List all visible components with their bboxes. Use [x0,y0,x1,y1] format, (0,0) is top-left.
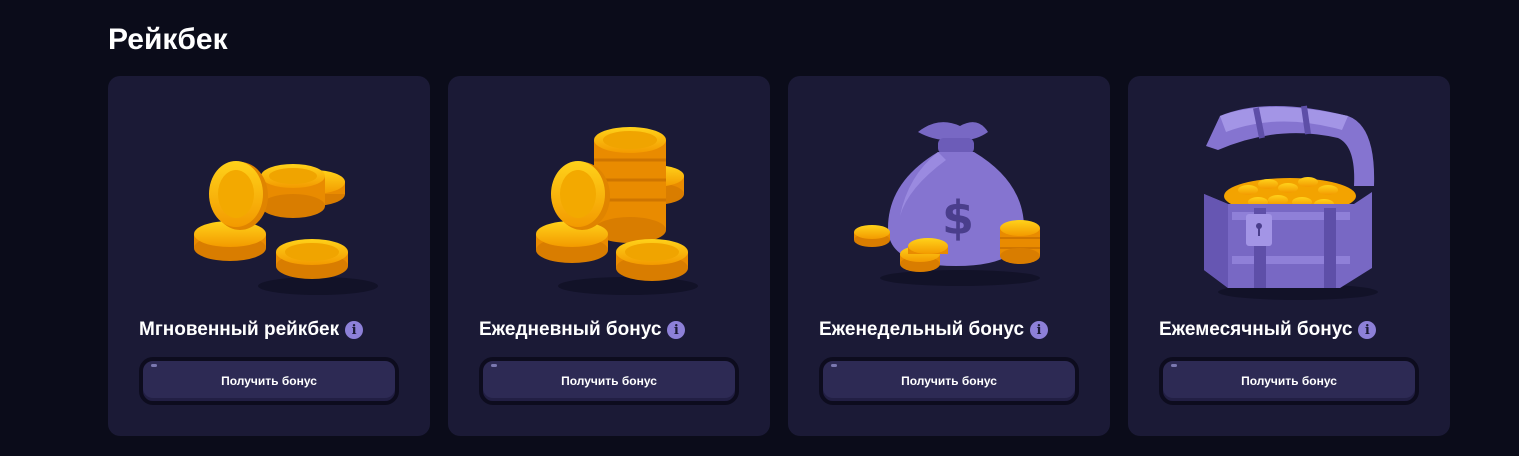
card-title: Еженедельный бонус [819,319,1025,340]
money-bag-icon: $ [788,76,1110,306]
card-title-row: Мгновенный рейкбек i [139,318,364,342]
get-bonus-button[interactable]: Получить бонус [819,357,1079,405]
info-icon[interactable]: i [1358,321,1377,339]
card-title: Мгновенный рейкбек [139,319,340,340]
card-title: Ежемесячный бонус [1159,319,1353,340]
info-icon[interactable]: i [345,321,364,339]
info-icon[interactable]: i [1030,321,1049,339]
card-daily-bonus: Ежедневный бонус i Получить бонус [448,76,770,436]
get-bonus-button[interactable]: Получить бонус [479,357,739,405]
get-bonus-button[interactable]: Получить бонус [1159,357,1419,405]
svg-text:$: $ [942,191,974,245]
treasure-chest-icon [1128,76,1450,306]
section-title: Рейкбек [108,23,228,56]
card-title-row: Ежемесячный бонус i [1159,318,1377,342]
card-monthly-bonus: Ежемесячный бонус i Получить бонус [1128,76,1450,436]
card-weekly-bonus: $ Еженедельный бонус i Получить бонус [788,76,1110,436]
card-title-row: Еженедельный бонус i [819,318,1049,342]
info-icon[interactable]: i [667,321,686,339]
coin-stack-icon [108,76,430,306]
card-title: Ежедневный бонус [479,319,662,340]
rakeback-cards: Мгновенный рейкбек i Получить бонус Ежед… [108,76,1450,436]
get-bonus-button[interactable]: Получить бонус [139,357,399,405]
card-instant-rakeback: Мгновенный рейкбек i Получить бонус [108,76,430,436]
card-title-row: Ежедневный бонус i [479,318,686,342]
coin-tower-icon [448,76,770,306]
